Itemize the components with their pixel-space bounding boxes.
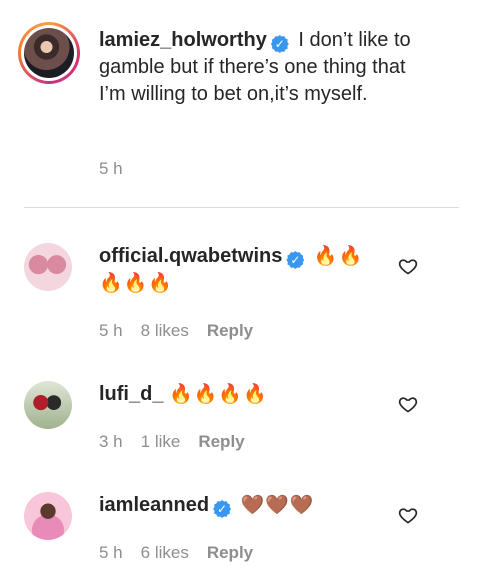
caption-body: lamiez_holworthy ✓ I don’t like to gamble… — [99, 27, 429, 108]
comment-username[interactable]: lufi_d_ — [99, 383, 163, 405]
verified-badge-icon: ✓ — [270, 35, 289, 53]
heart-outline-icon[interactable] — [398, 256, 418, 276]
comment-meta: 5 h 8 likes Reply — [99, 321, 253, 341]
caption-meta: 5 h — [99, 159, 123, 179]
comment-body: official.qwabetwins ✓ 🔥🔥🔥🔥🔥 — [99, 243, 379, 297]
comment-meta: 5 h 6 likes Reply — [99, 543, 253, 563]
comment-meta: 3 h 1 like Reply — [99, 432, 245, 452]
avatar[interactable] — [24, 243, 72, 291]
comment-likes[interactable]: 6 likes — [141, 543, 189, 563]
reply-button[interactable]: Reply — [207, 543, 253, 563]
comment-time: 3 h — [99, 432, 123, 451]
avatar[interactable] — [24, 381, 72, 429]
heart-outline-icon[interactable] — [398, 394, 418, 414]
comment-text: 🔥🔥🔥🔥 — [169, 383, 268, 405]
comment-likes[interactable]: 8 likes — [141, 321, 189, 341]
comment-time: 5 h — [99, 321, 123, 340]
comment-body: lufi_d_ 🔥🔥🔥🔥 — [99, 381, 379, 408]
comment-body: iamleanned ✓ 🤎🤎🤎 — [99, 492, 379, 519]
reply-button[interactable]: Reply — [198, 432, 244, 452]
comment-likes[interactable]: 1 like — [141, 432, 181, 452]
caption-username[interactable]: lamiez_holworthy — [99, 29, 267, 51]
author-avatar[interactable] — [18, 22, 80, 84]
verified-badge-icon: ✓ — [213, 500, 232, 518]
comment-text: 🤎🤎🤎 — [240, 494, 315, 516]
reply-button[interactable]: Reply — [207, 321, 253, 341]
verified-badge-icon: ✓ — [286, 251, 305, 269]
caption-time: 5 h — [99, 159, 123, 178]
comment-time: 5 h — [99, 543, 123, 562]
divider — [24, 207, 459, 208]
comment-username[interactable]: iamleanned — [99, 494, 209, 516]
avatar[interactable] — [24, 492, 72, 540]
heart-outline-icon[interactable] — [398, 505, 418, 525]
comment-username[interactable]: official.qwabetwins — [99, 245, 282, 267]
